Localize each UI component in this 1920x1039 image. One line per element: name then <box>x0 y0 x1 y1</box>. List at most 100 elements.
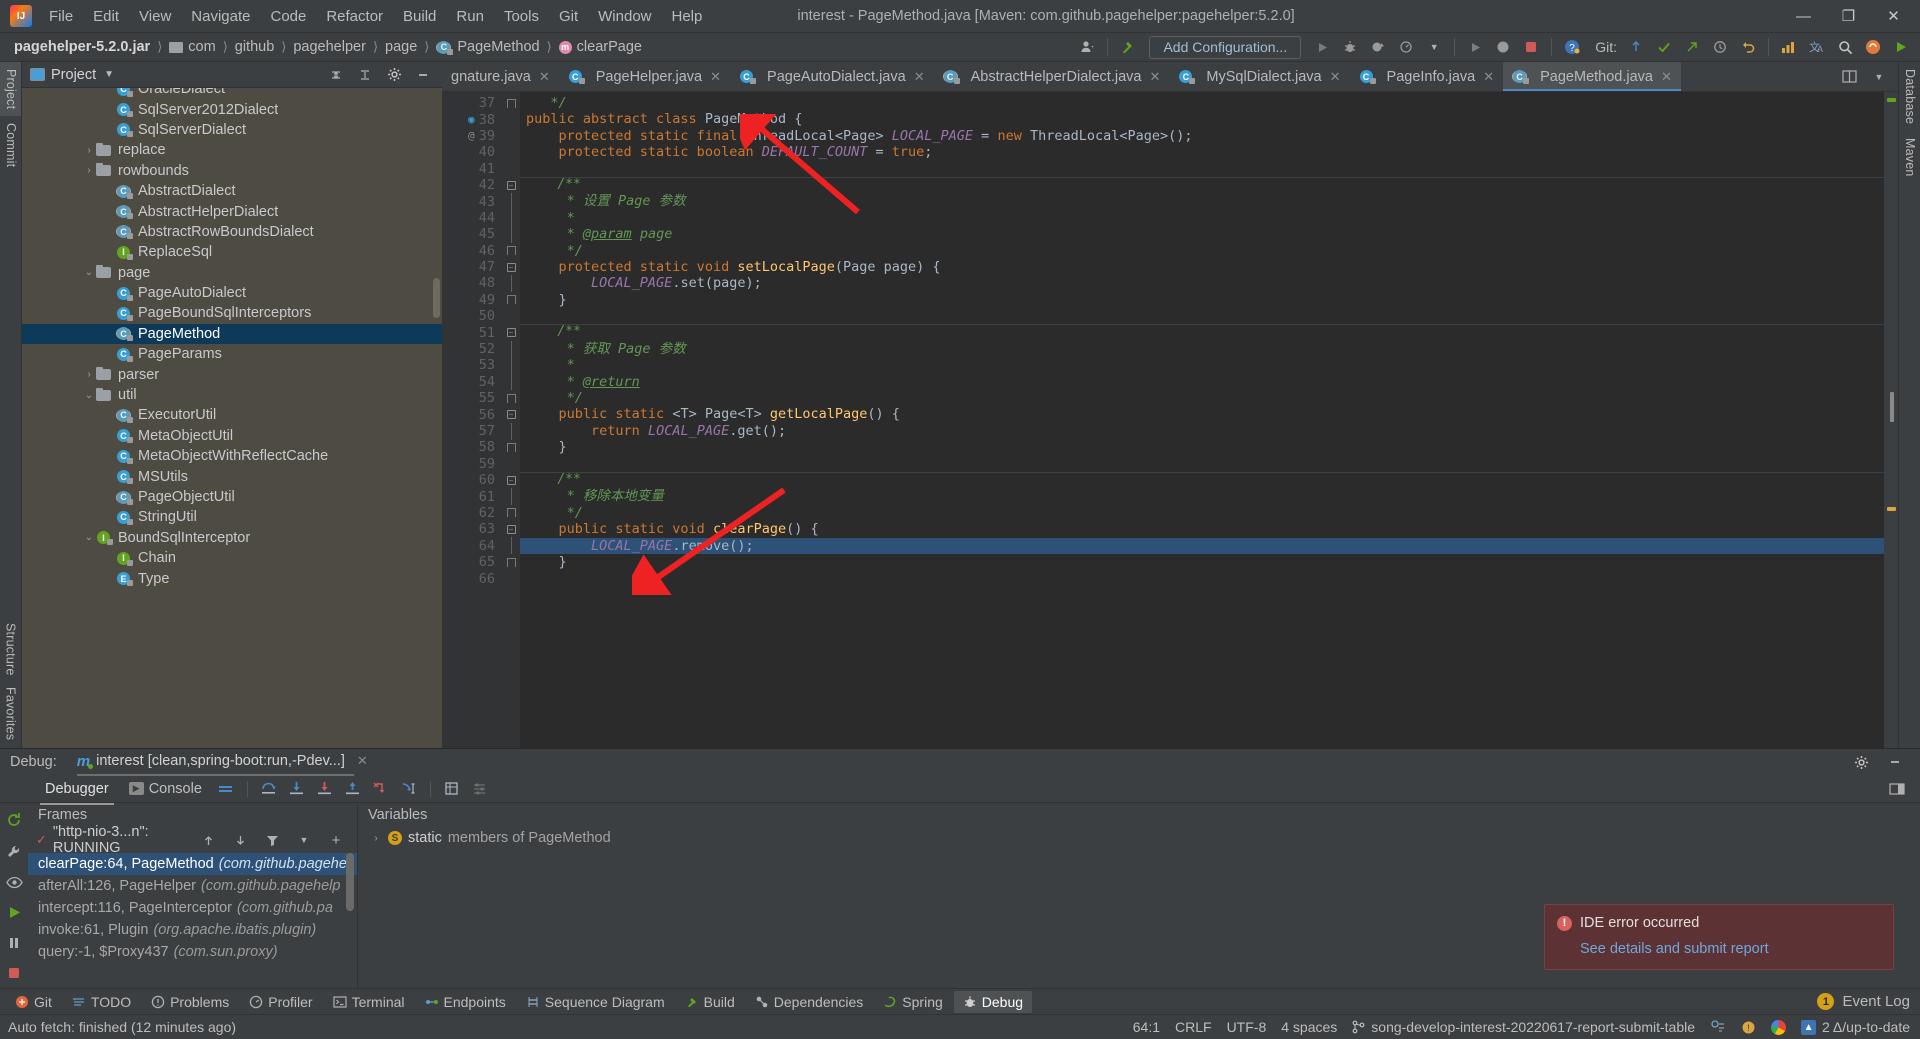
editor-gutter[interactable]: 37 ◉ 38 @39 40 41 42 43 44 45 46 47 48 49 50 51 52 53 54 55… <box>442 92 502 748</box>
filter-icon[interactable] <box>259 828 285 852</box>
line-number[interactable]: 52 <box>442 341 502 357</box>
code-line[interactable]: * 移除本地变量 <box>520 488 1884 504</box>
tool-window-structure[interactable]: Structure <box>4 623 18 676</box>
tree-item[interactable]: SqlServer2012Dialect <box>22 99 442 119</box>
fold-end-icon[interactable] <box>506 295 516 305</box>
line-number[interactable]: 54 <box>442 374 502 390</box>
menu-run[interactable]: Run <box>447 4 493 29</box>
fold-collapse-icon[interactable]: − <box>506 262 516 272</box>
code-line-current[interactable]: LOCAL_PAGE.remove(); <box>520 537 1884 554</box>
tree-item[interactable]: ⌄ page <box>22 263 442 283</box>
settings-icon[interactable] <box>467 777 493 801</box>
override-marker-icon[interactable]: @ <box>442 129 475 142</box>
menu-git[interactable]: Git <box>550 4 587 29</box>
tree-item[interactable]: StringUtil <box>22 507 442 527</box>
bottom-tab-build[interactable]: Build <box>676 991 744 1013</box>
line-number[interactable]: 57 <box>442 423 502 439</box>
git-update-icon[interactable] <box>1623 35 1649 59</box>
minimize-icon[interactable] <box>1882 750 1908 774</box>
fold-collapse-icon[interactable]: − <box>506 180 516 190</box>
code-line[interactable]: */ <box>520 505 1884 521</box>
tree-item[interactable]: › rowbounds <box>22 161 442 181</box>
line-number[interactable]: 62 <box>442 505 502 521</box>
git-branch[interactable]: song-develop-interest-20220617-report-su… <box>1352 1019 1695 1035</box>
fold-marker[interactable]: − <box>502 324 520 340</box>
search-icon[interactable] <box>1832 35 1858 59</box>
pause-icon[interactable] <box>7 936 21 950</box>
line-number[interactable]: 47 <box>442 259 502 275</box>
build-hammer-icon[interactable] <box>1115 35 1141 59</box>
code-line[interactable]: } <box>520 439 1884 455</box>
close-tab-icon[interactable]: ✕ <box>1149 69 1160 85</box>
breadcrumb-com[interactable]: com <box>163 37 221 57</box>
fold-marker[interactable]: − <box>502 259 520 275</box>
chevron-down-icon[interactable]: ▼ <box>1421 35 1447 59</box>
menu-edit[interactable]: Edit <box>84 4 128 29</box>
run-to-cursor-icon[interactable] <box>396 777 422 801</box>
editor-tab[interactable]: MySqlDialect.java ✕ <box>1169 62 1350 91</box>
resume-icon[interactable] <box>7 905 22 920</box>
code-line[interactable]: public static void clearPage() { <box>520 521 1884 537</box>
debug-session-tab[interactable]: m interest [clean,spring-boot:run,-Pdev.… <box>76 753 368 776</box>
editor-tab[interactable]: gnature.java ✕ <box>442 62 559 91</box>
bottom-tab-spring[interactable]: Spring <box>874 991 951 1013</box>
bottom-tab-todo[interactable]: TODO <box>63 991 140 1013</box>
fold-end-icon[interactable] <box>506 98 516 108</box>
frames-list[interactable]: clearPage:64, PageMethod (com.github.page… <box>28 853 357 988</box>
tree-item[interactable]: PageBoundSqlInterceptors <box>22 303 442 323</box>
code-line[interactable]: protected static final ThreadLocal<Page>… <box>520 128 1884 144</box>
fold-marker[interactable] <box>502 373 520 391</box>
code-line[interactable]: protected static boolean DEFAULT_COUNT =… <box>520 144 1884 160</box>
chevron-right-icon[interactable]: › <box>82 165 96 176</box>
tree-item[interactable]: PageParams <box>22 344 442 364</box>
line-number[interactable]: 66 <box>442 570 502 587</box>
fold-marker[interactable] <box>502 95 520 111</box>
updates-icon[interactable] <box>1776 35 1802 59</box>
line-separator[interactable]: CRLF <box>1175 1019 1212 1035</box>
thread-selector[interactable]: ✓ "http-nio-3...n": RUNNING <box>36 824 187 856</box>
fold-collapse-icon[interactable]: − <box>506 410 516 420</box>
code-line[interactable]: * <box>520 357 1884 373</box>
tree-item[interactable]: › replace <box>22 140 442 160</box>
wrench-icon[interactable] <box>6 844 22 860</box>
fold-end-icon[interactable] <box>506 508 516 518</box>
fold-marker[interactable] <box>502 292 520 308</box>
fold-end-icon[interactable] <box>506 393 516 403</box>
line-number[interactable]: 44 <box>442 210 502 226</box>
code-editor[interactable]: 37 ◉ 38 @39 40 41 42 43 44 45 46 47 48 49 50 51 52 53 54 55… <box>442 92 1898 748</box>
tool-window-favorites[interactable]: Favorites <box>4 687 18 740</box>
git-history-icon[interactable] <box>1707 35 1733 59</box>
fold-marker[interactable] <box>502 439 520 455</box>
tree-item[interactable]: MetaObjectUtil <box>22 426 442 446</box>
rerun-icon[interactable] <box>6 812 22 828</box>
code-line[interactable]: return LOCAL_PAGE.get(); <box>520 423 1884 439</box>
chevron-down-icon[interactable]: ⌄ <box>82 390 96 401</box>
stop-red-icon[interactable] <box>1518 35 1544 59</box>
settings-gear-icon[interactable] <box>381 63 407 87</box>
menu-help[interactable]: Help <box>663 4 712 29</box>
line-number[interactable]: 41 <box>442 161 502 177</box>
breadcrumb-github[interactable]: github <box>229 37 281 57</box>
run-green-icon[interactable] <box>1888 35 1914 59</box>
project-tree-scrollbar[interactable] <box>433 278 440 318</box>
attach-process-icon[interactable] <box>1462 35 1488 59</box>
fold-collapse-icon[interactable]: − <box>506 524 516 534</box>
minimize-button[interactable]: — <box>1781 0 1826 32</box>
tree-item[interactable]: ⌄ util <box>22 385 442 405</box>
settings-gear-icon[interactable] <box>1848 750 1874 774</box>
tool-window-commit[interactable]: Commit <box>0 116 21 174</box>
code-line[interactable]: /** <box>520 176 1884 193</box>
line-number[interactable]: 64 <box>442 538 502 554</box>
editor-fold-column[interactable]: − − − − − − <box>502 92 520 748</box>
tree-item[interactable]: PageObjectUtil <box>22 487 442 507</box>
profile-icon[interactable] <box>1393 35 1419 59</box>
split-icon[interactable] <box>1836 65 1862 89</box>
line-number[interactable]: @39 <box>442 128 502 144</box>
bottom-tab-dependencies[interactable]: Dependencies <box>746 991 873 1013</box>
code-line[interactable]: */ <box>520 390 1884 406</box>
line-number[interactable]: 60 <box>442 472 502 488</box>
tree-item[interactable]: SqlServerDialect <box>22 120 442 140</box>
add-icon[interactable]: + <box>323 828 349 852</box>
editor-tab[interactable]: PageAutoDialect.java ✕ <box>730 62 934 91</box>
bottom-tab-git[interactable]: Git <box>6 991 61 1013</box>
